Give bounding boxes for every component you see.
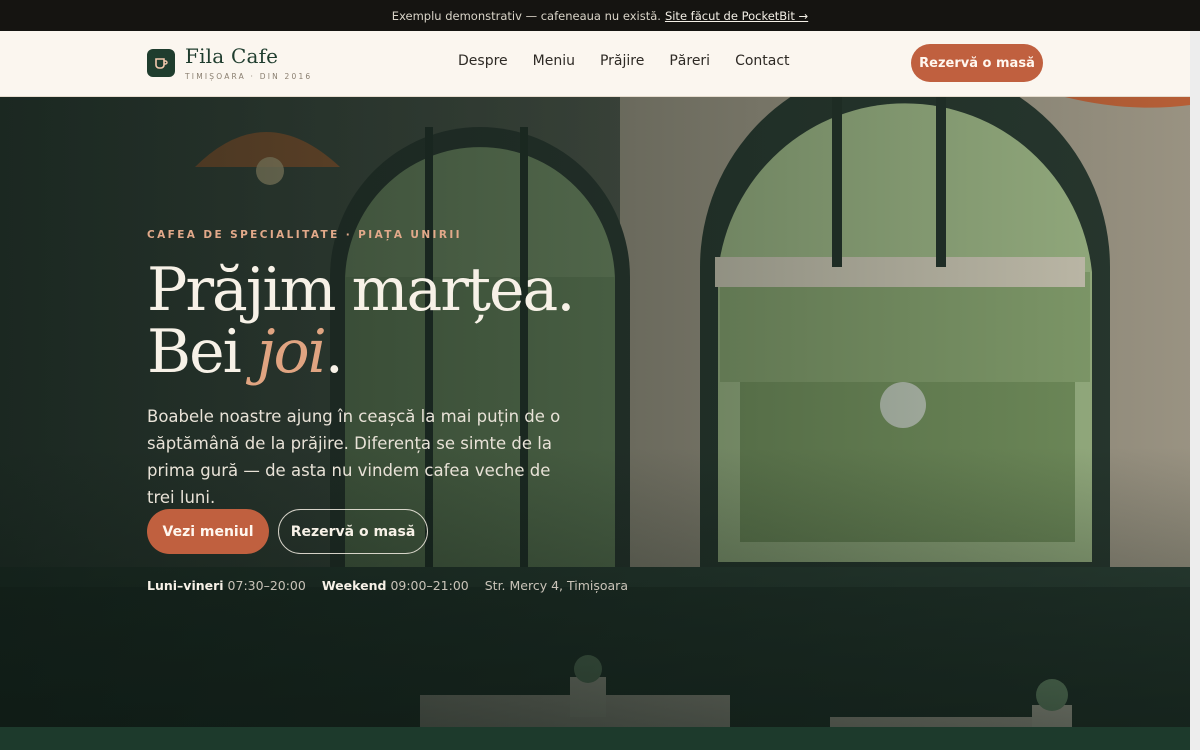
brand-name[interactable]: Fila Cafe (185, 44, 278, 68)
hero-lead: Boabele noastre ajung în ceașcă la mai p… (147, 407, 561, 507)
hours-weekdays: Luni–vineri 07:30–20:00 (147, 578, 306, 593)
headline-line-1: Prăjim marțea. (147, 255, 575, 325)
headline-suffix: . (324, 317, 344, 387)
next-section-edge (0, 727, 1190, 750)
hero-eyebrow: CAFEA DE SPECIALITATE · PIAȚA UNIRII (147, 229, 462, 241)
hero-section: CAFEA DE SPECIALITATE · PIAȚA UNIRII Pră… (0, 97, 1190, 727)
opening-hours: Luni–vineri 07:30–20:00 Weekend 09:00–21… (147, 578, 628, 593)
nav-item-contact[interactable]: Contact (735, 53, 789, 69)
nav-item-prajire[interactable]: Prăjire (600, 53, 644, 69)
hours-weekend: Weekend 09:00–21:00 (321, 578, 469, 593)
nav-item-meniu[interactable]: Meniu (533, 53, 575, 69)
headline-prefix: Bei (147, 317, 257, 387)
address: Str. Mercy 4, Timișoara (484, 578, 628, 593)
headline-line-2: Bei joi. (147, 321, 573, 383)
site-header: Fila Cafe TIMIȘOARA · DIN 2016 Despre Me… (0, 31, 1190, 97)
demo-banner: Exemplu demonstrativ — cafeneaua nu exis… (0, 0, 1200, 31)
headline-accent: joi (256, 317, 327, 387)
main-nav: Despre Meniu Prăjire Păreri Contact (458, 53, 815, 69)
brand-subtitle: TIMIȘOARA · DIN 2016 (185, 72, 313, 81)
nav-item-despre[interactable]: Despre (458, 53, 508, 69)
scrollbar[interactable] (1190, 31, 1200, 750)
cup-icon (155, 58, 168, 69)
nav-item-pareri[interactable]: Păreri (669, 53, 710, 69)
reserve-button-header[interactable]: Rezervă o masă (911, 44, 1043, 82)
reserve-button-hero[interactable]: Rezervă o masă (278, 509, 428, 554)
banner-link[interactable]: Site făcut de PocketBit → (665, 9, 808, 23)
logo[interactable] (147, 49, 175, 77)
hero-headline: Prăjim marțea. Bei joi. (147, 255, 575, 383)
view-menu-button[interactable]: Vezi meniul (147, 509, 269, 554)
banner-text: Exemplu demonstrativ — cafeneaua nu exis… (391, 8, 661, 23)
